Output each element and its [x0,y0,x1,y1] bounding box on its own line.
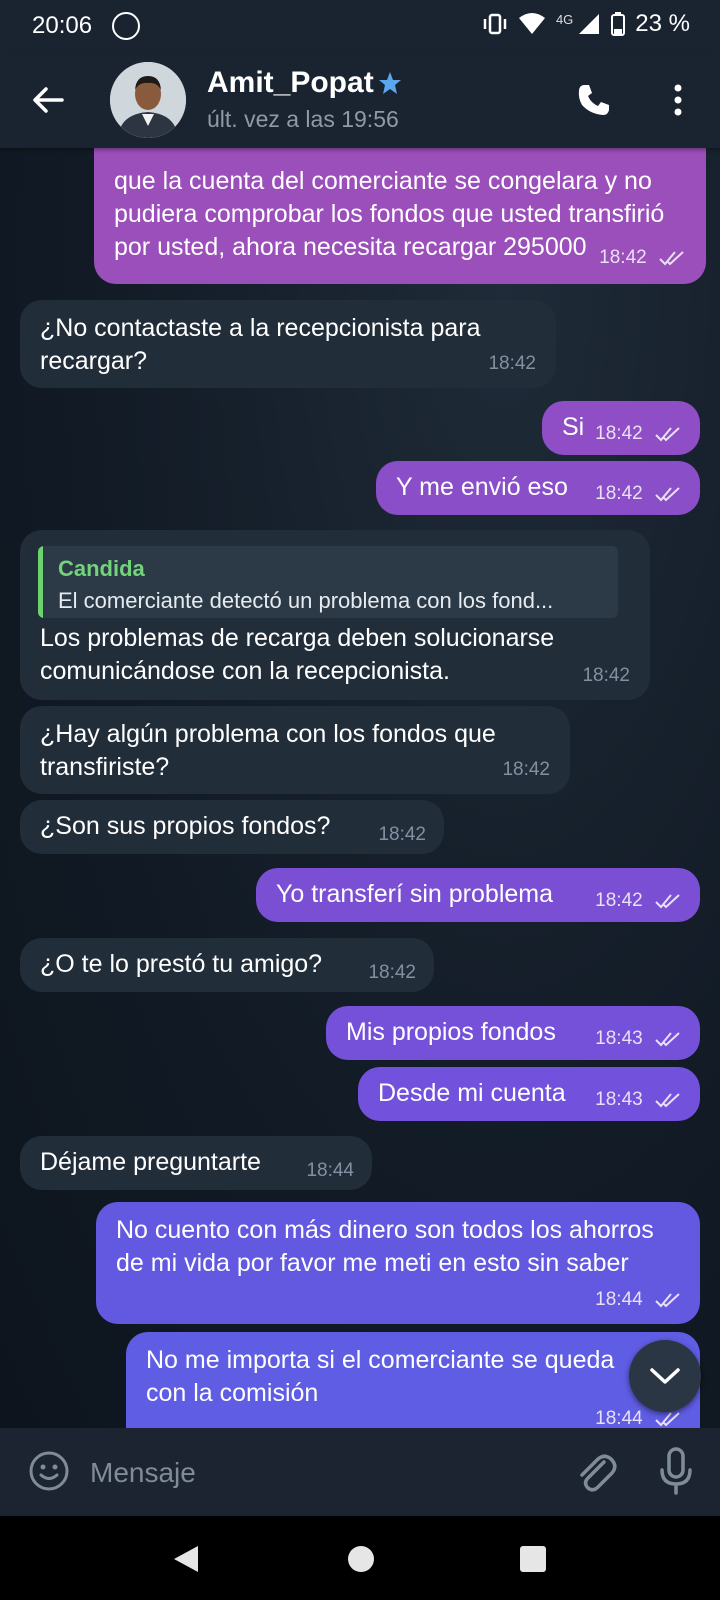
message-input[interactable] [88,1446,542,1500]
contact-name[interactable]: Amit_Popat [207,66,374,100]
status-bar: 20:06 4G 23 % [0,0,720,52]
message-text: ¿Hay algún problema con los fondos que t… [40,720,496,781]
message-text: Si [562,413,585,441]
message-bubble-outgoing[interactable]: Desde mi cuenta 18:43 [358,1067,700,1121]
system-navigation-bar [0,1516,720,1600]
message-time: 18:42 [595,890,643,911]
battery-level: 23 % [635,10,690,37]
vibrate-icon [483,13,507,35]
phone-icon[interactable] [574,80,614,120]
message-bubble-incoming[interactable]: ¿O te lo prestó tu amigo? 18:42 [20,938,434,992]
message-bubble-incoming[interactable]: ¿No contactaste a la recepcionista para … [20,300,556,388]
nav-home-icon[interactable] [348,1546,374,1572]
message-time: 18:42 [502,759,550,780]
last-seen-status: últ. vez a las 19:56 [207,106,399,132]
double-check-icon [655,1412,680,1427]
message-time: 18:42 [378,824,426,845]
scroll-to-bottom-button[interactable] [629,1340,701,1412]
quote-text: El comerciante detectó un problema con l… [58,588,554,613]
message-bubble-outgoing[interactable]: No cuento con más dinero son todos los a… [96,1202,700,1324]
message-time: 18:44 [595,1408,643,1428]
message-bubble-outgoing[interactable]: que la cuenta del comerciante se congela… [94,148,706,284]
message-text: Los problemas de recarga deben soluciona… [40,624,555,685]
message-time: 18:43 [595,1028,643,1049]
double-check-icon [655,1093,680,1108]
chat-header: Amit_Popat últ. vez a las 19:56 [0,52,720,148]
message-time: 18:44 [306,1160,354,1181]
battery-icon [611,12,626,36]
message-bubble-outgoing[interactable]: Yo transferí sin problema 18:42 [256,868,700,922]
message-time: 18:42 [368,962,416,983]
message-text: ¿O te lo prestó tu amigo? [40,950,323,978]
smiley-icon[interactable] [28,1450,70,1492]
vertical-dots-icon[interactable] [664,80,692,120]
quote-author: Candida [58,556,145,581]
arrow-left-icon[interactable] [30,82,66,118]
message-text: Déjame preguntarte [40,1148,261,1176]
message-bubble-outgoing[interactable]: Si 18:42 [542,401,700,455]
whatsapp-notification-icon [112,12,140,40]
message-text: Yo transferí sin problema [276,880,554,908]
message-text: Mis propios fondos [346,1018,556,1046]
message-meta: 18:42 [599,241,686,274]
avatar[interactable] [110,62,186,138]
signal-icon [579,14,600,34]
network-type: 4G [555,11,574,27]
message-bubble-outgoing[interactable]: Y me envió eso 18:42 [376,461,700,515]
message-time: 18:44 [595,1289,643,1310]
avatar-photo [110,62,186,138]
double-check-icon [655,487,680,502]
message-text: ¿Son sus propios fondos? [40,812,331,840]
reply-quote[interactable]: Candida El comerciante detectó un proble… [38,546,618,618]
message-text: No cuento con más dinero son todos los a… [116,1216,654,1277]
wifi-icon [518,13,545,34]
message-bubble-incoming-reply[interactable]: Candida El comerciante detectó un proble… [20,530,650,700]
message-meta: 18:44 [595,1283,682,1316]
message-composer [0,1428,720,1516]
nav-recents-icon[interactable] [520,1546,546,1572]
double-check-icon [655,1293,680,1308]
chevron-down-icon [650,1368,680,1384]
message-text: Desde mi cuenta [378,1079,566,1107]
message-list[interactable]: que la cuenta del comerciante se congela… [0,148,720,1428]
double-check-icon [655,894,680,909]
message-time: 18:42 [595,423,643,444]
message-time: 18:43 [595,1089,643,1110]
message-bubble-incoming[interactable]: Déjame preguntarte 18:44 [20,1136,372,1190]
message-meta: 18:42 [595,417,682,450]
message-meta: 18:42 [595,884,682,917]
message-text: No me importa si el comerciante se queda… [146,1346,615,1407]
message-time: 18:42 [488,353,536,374]
message-time: 18:42 [582,665,630,686]
message-meta: 18:42 [595,477,682,510]
status-indicators: 4G 23 % [482,10,690,38]
nav-back-icon[interactable] [172,1544,200,1574]
microphone-icon[interactable] [658,1446,694,1496]
message-bubble-outgoing[interactable]: No me importa si el comerciante se queda… [126,1332,700,1428]
quote-accent-bar [38,546,43,618]
paperclip-icon[interactable] [574,1448,618,1496]
message-text: Y me envió eso [396,473,568,501]
message-time: 18:42 [595,483,643,504]
message-bubble-incoming[interactable]: ¿Son sus propios fondos? 18:42 [20,800,444,854]
message-bubble-outgoing[interactable]: Mis propios fondos 18:43 [326,1006,700,1060]
message-time: 18:42 [599,247,647,268]
message-meta: 18:43 [595,1083,682,1116]
double-check-icon [655,427,680,442]
message-meta: 18:43 [595,1022,682,1055]
star-icon [379,72,401,94]
message-text: ¿No contactaste a la recepcionista para … [40,314,481,375]
double-check-icon [655,1032,680,1047]
double-check-icon [659,251,684,266]
message-bubble-incoming[interactable]: ¿Hay algún problema con los fondos que t… [20,706,570,794]
status-time: 20:06 [32,12,93,39]
